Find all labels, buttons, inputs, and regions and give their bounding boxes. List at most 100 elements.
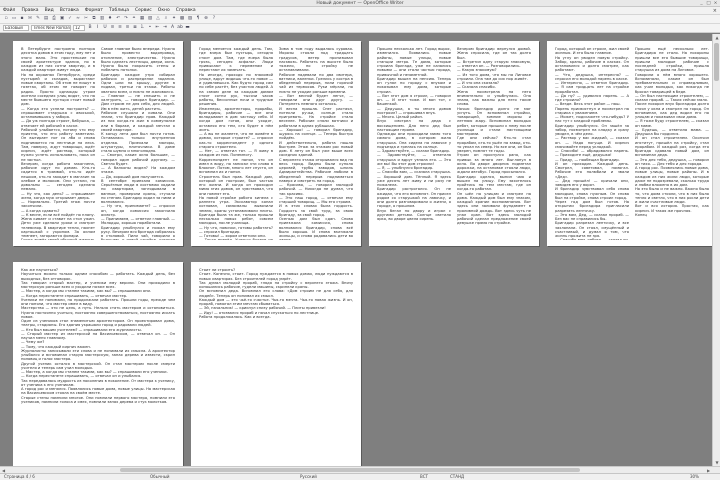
paragraph[interactable]: Он шёл по улицам и смотрел на дома. Кажд… <box>457 192 531 226</box>
paragraph[interactable]: — Нормально. Третий этаж почти закончили… <box>21 200 95 209</box>
paragraph[interactable]: Город меняется каждый день. Там, где вче… <box>199 47 273 73</box>
font-size-select[interactable]: 12 <box>73 25 85 31</box>
paragraph[interactable]: — Вот этот дом я строил, — говорил он. —… <box>377 94 451 107</box>
paragraph[interactable]: — Да ну? — удивился парень. — А где стро… <box>555 94 629 103</box>
paragraph[interactable]: — Ну что, как день? — спрашивает жена, к… <box>21 192 95 201</box>
document-page[interactable]: В Петербурге построено полтора десятка д… <box>13 41 183 246</box>
paragraph[interactable]: Где они сейчас? Кто-то стал прорабом, кт… <box>457 136 531 153</box>
document-page[interactable]: Стоит ли строить? Стоит. Конечно, стоит. … <box>191 262 361 466</box>
paragraph[interactable]: — Это наш город, — отвечал ему старший т… <box>279 196 353 205</box>
paragraph[interactable]: — Тогда вперёд. Учиться будете на ходу. <box>199 238 273 240</box>
paragraph[interactable]: Так говорил старый мастер, и ученики ему… <box>21 281 175 290</box>
menu-help[interactable]: Справка <box>176 7 196 15</box>
paragraph[interactable]: Бригадир улыбнулся и пожал ему руку. Веч… <box>101 226 175 241</box>
new-icon[interactable]: ▫ <box>3 16 9 22</box>
text-column[interactable]: В Петербурге построено полтора десятка д… <box>21 47 95 240</box>
paragraph[interactable]: А город рос. Появлялись новые дома, новы… <box>635 166 709 187</box>
vertical-scrollbar[interactable]: ▲ ▼ <box>712 34 720 466</box>
background-color-icon[interactable]: ▬ <box>185 25 191 31</box>
paragraph[interactable]: Но иногда, проходя по знакомой улице, вд… <box>199 73 273 107</box>
paragraph[interactable]: Корреспондент не понял, что он имел в ви… <box>199 158 273 175</box>
paragraph[interactable]: Внук смотрел на деда с восхищением. Для … <box>377 119 451 132</box>
paragraph[interactable]: Ученики не понимали, но продолжали работ… <box>21 298 175 307</box>
paragraph[interactable]: Утром он проснулся рано, как привык за м… <box>457 153 531 174</box>
paragraph[interactable]: — Везде. Весь этот район — наш. <box>555 102 629 106</box>
paragraph[interactable]: — Я тоже буду строителем, — сказал он ма… <box>635 119 709 128</box>
paragraph[interactable]: Но это было и не важно. Важно было то, ч… <box>635 187 709 204</box>
text-column[interactable]: Город, который он строил, жил своей жизн… <box>555 47 629 240</box>
paragraph[interactable]: Рабочие надевали по два свитера, ватники… <box>279 73 353 94</box>
autospell-icon[interactable]: ≈ <box>75 16 81 22</box>
paragraph[interactable]: — Спасибо! — обрадовался парень. — Прихо… <box>555 149 629 158</box>
paragraph[interactable]: — Спасибо вам, ребята, — сказал он. — Ст… <box>555 238 629 240</box>
paragraph[interactable]: — Что, дедушка, интересно? — спросил его… <box>555 73 629 82</box>
paragraph[interactable]: Прошло несколько лет. Город вырос, измен… <box>377 47 451 77</box>
text-column[interactable]: Как же научиться? Научиться можно только … <box>21 268 175 461</box>
datasource-icon[interactable]: ▨ <box>187 16 193 22</box>
paragraph[interactable]: Журналисты записывали эти слова и не пон… <box>21 349 175 362</box>
paragraph[interactable]: — Будешь, — ответила мама. — Дедушка бы … <box>635 128 709 137</box>
paragraph[interactable]: Однажды они проходили мимо того самого д… <box>377 132 451 149</box>
paragraph[interactable]: Бригадир улыбнулся. Он зашёл за забор, п… <box>555 124 629 137</box>
menu-table[interactable]: Таблица <box>109 7 129 15</box>
menu-edit[interactable]: Правка <box>21 7 38 15</box>
paragraph[interactable]: Другой ученик остался в мастерской. Он с… <box>21 362 175 371</box>
underline-icon[interactable]: U <box>102 25 108 31</box>
menu-format[interactable]: Формат <box>85 7 103 15</box>
paragraph[interactable]: — Из того дома, что мы на Лиговке строил… <box>457 73 531 82</box>
paragraph-style-select[interactable]: Базовый <box>3 25 29 31</box>
paragraph[interactable]: Так думал молодой прораб, глядя на строй… <box>199 281 353 290</box>
paragraph[interactable]: Ночью бригадир долго не мог уснуть. Он в… <box>457 107 531 137</box>
menu-file[interactable]: Файл <box>3 7 15 15</box>
gallery-icon[interactable]: ▩ <box>179 16 185 22</box>
paragraph[interactable]: Мастерство — это не цель, а путь. Нельзя… <box>21 306 175 319</box>
paragraph[interactable]: Стоит. Конечно, стоит. Город нуждается в… <box>199 272 353 281</box>
paragraph[interactable]: — Да уж полгода строят, бабушка, — отвеч… <box>21 119 95 128</box>
text-column[interactable]: Самое главное было впереди. Нужно было п… <box>101 47 175 240</box>
vertical-scroll-thumb[interactable] <box>714 43 719 81</box>
scroll-up-icon[interactable]: ▲ <box>713 34 720 41</box>
paragraph[interactable]: Бригадир оделся, выпил чаю и вышел на ул… <box>457 175 531 192</box>
paragraph[interactable]: В Петербурге построено полтора десятка д… <box>21 47 95 73</box>
font-color-icon[interactable]: A <box>170 25 176 31</box>
paragraph[interactable]: А город рос и менялся. Появлялись новые … <box>21 387 175 396</box>
paragraph[interactable]: Вечером бригадир вернулся домой. Жена сп… <box>457 47 531 60</box>
paragraph[interactable]: — Ну что, новички, готовы работать? — сп… <box>199 226 273 235</box>
selection-mode[interactable]: СТАНД <box>450 474 464 480</box>
paragraph[interactable]: — Главное — не спешить и не халтурить, —… <box>101 94 175 111</box>
paragraph[interactable]: Бригадир каждое утро собирал рабочих и р… <box>101 73 175 94</box>
preview-icon[interactable]: ▣ <box>59 16 65 22</box>
paragraph[interactable]: Инженеры, архитекторы, прорабы, бригадир… <box>199 107 273 133</box>
paragraph[interactable]: Работа продолжалась. Как и всегда. <box>199 315 353 319</box>
text-column[interactable]: Вечером бригадир вернулся домой. Жена сп… <box>457 47 531 240</box>
maximize-icon[interactable]: □ <box>705 1 712 6</box>
paragraph[interactable]: Научиться можно только одним способом — … <box>21 272 175 281</box>
paragraph[interactable]: Прошло ещё несколько лет. Бригадира не с… <box>635 47 709 73</box>
paragraph[interactable]: — Это для тебя, дедушка, — говорил он ти… <box>635 158 709 167</box>
paragraph[interactable]: Один из учеников стал знаменитым архитек… <box>21 319 175 328</box>
paste-icon[interactable]: ▥ <box>99 16 105 22</box>
insert-mode[interactable]: ВСТ <box>420 474 428 480</box>
find-icon[interactable]: ⌕ <box>163 16 169 22</box>
align-left-icon[interactable]: ≡ <box>110 25 116 31</box>
cut-icon[interactable]: ✂ <box>83 16 89 22</box>
paragraph[interactable]: Старые стены помнили многое. Они помнили… <box>21 396 175 405</box>
align-center-icon[interactable]: ≡ <box>117 25 123 31</box>
undo-icon[interactable]: ↶ <box>115 16 121 22</box>
highlight-icon[interactable]: ab <box>177 25 183 31</box>
bold-icon[interactable]: B <box>87 25 93 31</box>
paragraph[interactable]: Так передавалась мудрость из поколения в… <box>21 379 175 388</box>
menu-insert[interactable]: Вставка <box>60 7 79 15</box>
paragraph[interactable]: И он приходил. Каждый день. Смотрел, сов… <box>555 162 629 179</box>
close-document-icon[interactable]: × <box>713 8 717 14</box>
zoom-icon[interactable]: ⊕ <box>203 16 209 22</box>
paragraph[interactable]: Бригадир растрогался. Он не ожидал, что … <box>377 187 451 208</box>
paragraph[interactable]: Каждый дом — это чьё-то счастье. Чья-то … <box>199 298 353 307</box>
paragraph[interactable]: — Принимаем, — ответил главный. — Молодц… <box>101 217 175 226</box>
paragraph[interactable]: — Спасибо вам, — сказала старушка. — Хор… <box>377 170 451 187</box>
copy-icon[interactable]: ⧉ <box>91 16 97 22</box>
font-name-select[interactable]: Times New Roman <box>31 25 71 31</box>
bullets-icon[interactable]: • <box>147 25 153 31</box>
paragraph[interactable]: Осенью дом был сдан. Снова приезжала ком… <box>279 217 353 240</box>
paragraph[interactable]: — Старый мастер из мастерской на Василье… <box>21 332 175 341</box>
